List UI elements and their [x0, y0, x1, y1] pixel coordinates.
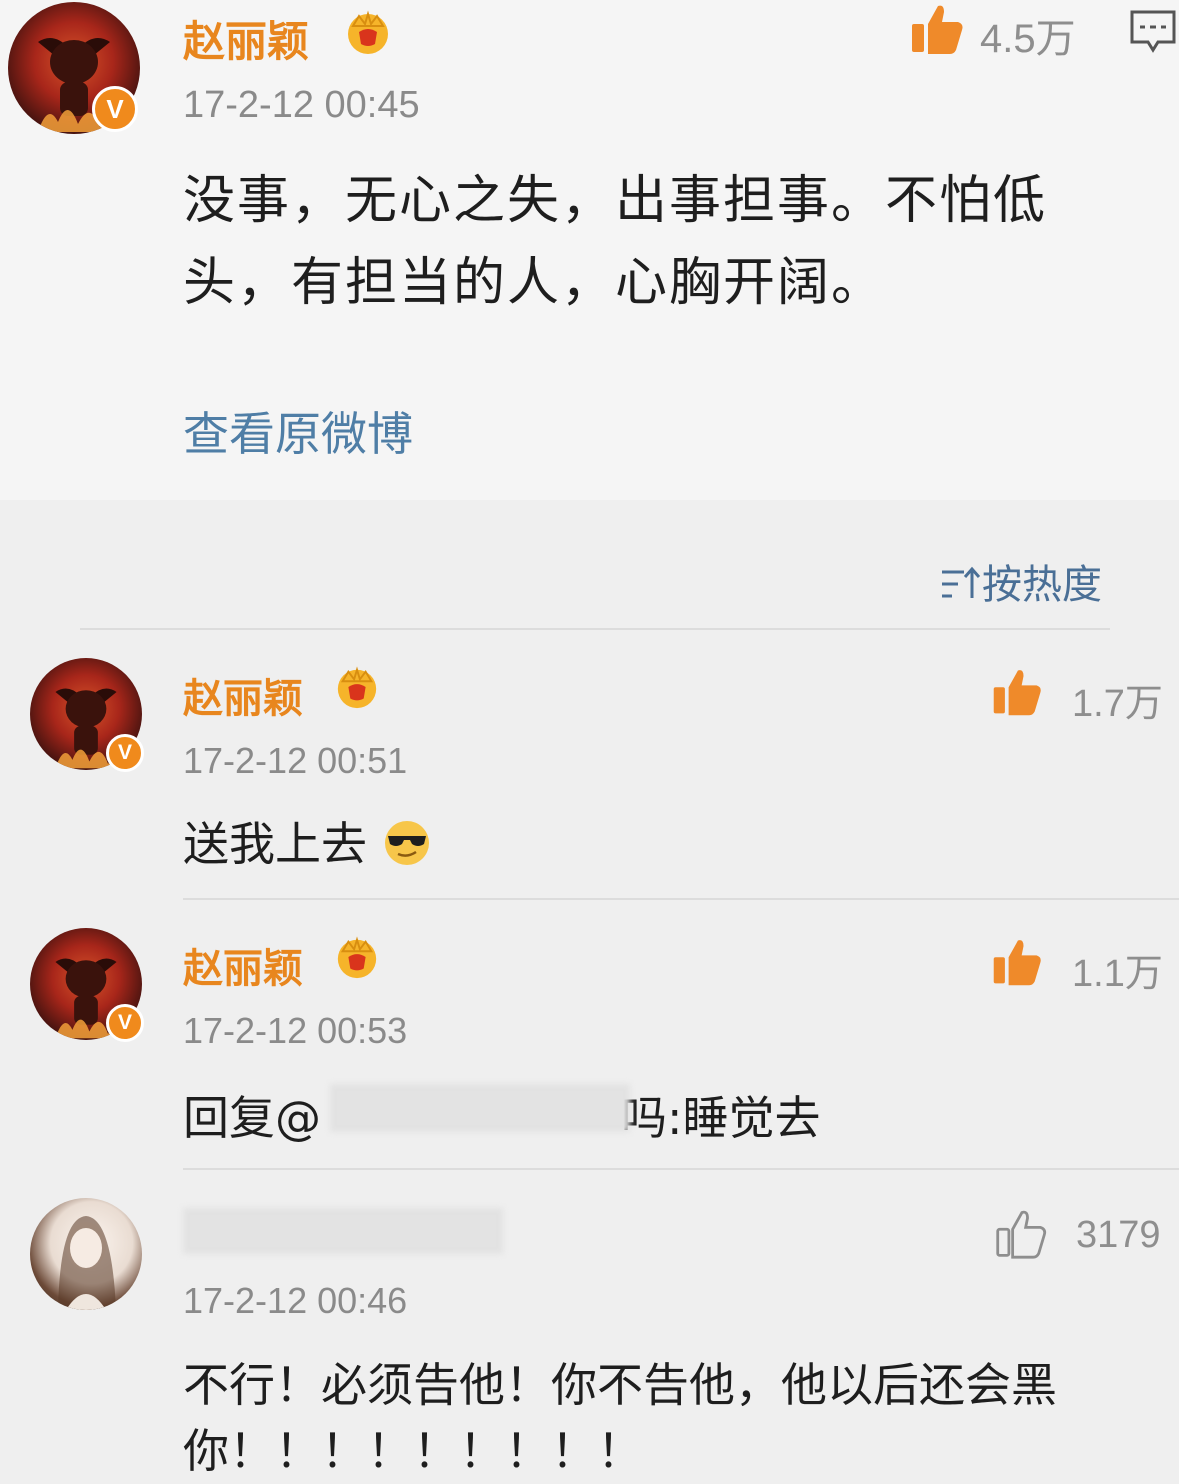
- verified-badge: V: [106, 734, 144, 772]
- thumbs-up-icon[interactable]: [990, 934, 1044, 988]
- thumbs-up-icon[interactable]: [990, 664, 1044, 718]
- comment-time: 17-2-12 00:46: [183, 1280, 408, 1321]
- comment-text: 送我上去: [183, 808, 432, 874]
- comment-time: 17-2-12 00:51: [183, 740, 408, 781]
- thumbs-up-icon[interactable]: [908, 0, 966, 56]
- sort-label: 按热度: [982, 562, 1102, 608]
- redacted-username: [183, 1208, 503, 1254]
- verified-badge: V: [106, 1004, 144, 1042]
- post-time: 17-2-12 00:45: [183, 84, 420, 126]
- portrait-avatar-image: [58, 1216, 116, 1310]
- original-post: V 赵丽颖 17-2-12 00:45 没事，无心之失，出事担事。不怕低头，有担…: [0, 0, 1179, 500]
- comment-like-count[interactable]: 1.7万: [1072, 672, 1163, 727]
- thumbs-up-outline-icon[interactable]: [994, 1206, 1048, 1260]
- comment-like-count[interactable]: 1.1万: [1072, 942, 1163, 997]
- post-like-count[interactable]: 4.5万: [980, 6, 1076, 64]
- reply-suffix: 吗:睡觉去: [621, 1091, 821, 1145]
- commenter-avatar[interactable]: [30, 1198, 142, 1310]
- crown-icon: [348, 10, 388, 54]
- commenter-name[interactable]: 赵丽颖: [183, 936, 303, 994]
- comment-like-count[interactable]: 3179: [1076, 1214, 1161, 1257]
- redaction-blur: [330, 1084, 630, 1132]
- cool-emoji-icon: [384, 821, 429, 865]
- comment-icon[interactable]: [1128, 8, 1178, 56]
- view-original-link[interactable]: 查看原微博: [183, 398, 413, 464]
- comment-text: 不行！必须告他！你不告他，他以后还会黑你！！！！！！！！！: [183, 1358, 1057, 1478]
- sort-icon: [942, 566, 981, 598]
- comment-text-content: 送我上去: [183, 817, 367, 871]
- reply-prefix: 回复@: [183, 1091, 321, 1145]
- sort-button[interactable]: 按热度: [938, 552, 1102, 610]
- crown-icon: [337, 936, 377, 979]
- divider: [80, 628, 1110, 630]
- comment-time: 17-2-12 00:53: [183, 1010, 408, 1051]
- post-text: 没事，无心之失，出事担事。不怕低头，有担当的人，心胸开阔。: [183, 171, 1048, 313]
- verified-badge: V: [92, 86, 138, 132]
- author-name[interactable]: 赵丽颖: [183, 8, 309, 69]
- commenter-name[interactable]: 赵丽颖: [183, 666, 303, 724]
- divider: [183, 1168, 1179, 1170]
- crown-icon: [337, 666, 377, 709]
- divider: [183, 898, 1179, 900]
